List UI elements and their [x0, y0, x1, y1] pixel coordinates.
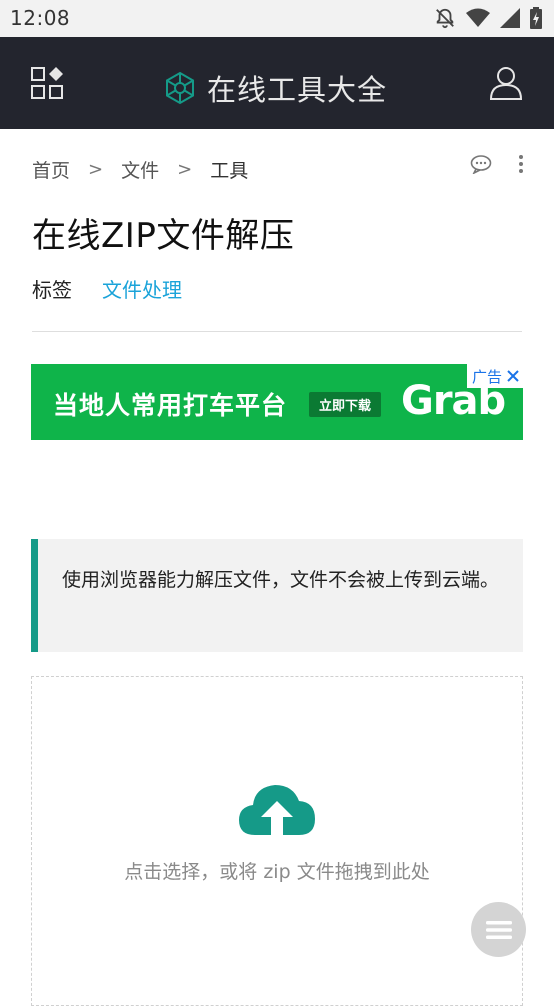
apps-menu-button[interactable] — [30, 66, 64, 104]
app-header: 在线工具大全 — [0, 37, 554, 129]
signal-icon — [500, 8, 520, 28]
breadcrumb-current[interactable]: 工具 — [210, 156, 248, 183]
more-vertical-icon — [519, 155, 523, 173]
ad-label-text: 广告 — [471, 367, 502, 386]
breadcrumb-separator: > — [177, 159, 193, 180]
more-options-button[interactable] — [518, 154, 524, 178]
floating-menu-button[interactable] — [471, 902, 526, 957]
hexagon-network-icon — [166, 71, 194, 105]
breadcrumb-home[interactable]: 首页 — [32, 156, 70, 183]
brand-title: 在线工具大全 — [207, 73, 388, 107]
file-dropzone[interactable]: 点击选择，或将 zip 文件拖拽到此处 — [31, 676, 523, 1006]
cloud-upload-icon — [239, 785, 315, 835]
divider — [32, 331, 522, 332]
breadcrumb: 首页 > 文件 > 工具 — [32, 156, 248, 183]
apps-grid-icon — [31, 67, 63, 99]
breadcrumb-file[interactable]: 文件 — [121, 156, 159, 183]
comment-icon — [470, 155, 492, 175]
dropzone-hint: 点击选择，或将 zip 文件拖拽到此处 — [124, 861, 430, 883]
menu-icon — [485, 920, 512, 939]
page-tools — [470, 154, 524, 178]
ad-cta-button[interactable]: 立即下载 — [309, 392, 382, 417]
close-icon[interactable] — [506, 369, 520, 383]
status-time: 12:08 — [10, 6, 71, 30]
notice-text: 使用浏览器能力解压文件，文件不会被上传到云端。 — [62, 569, 500, 591]
page-title: 在线ZIP文件解压 — [32, 216, 295, 256]
brand[interactable]: 在线工具大全 — [163, 67, 387, 109]
tag-file-processing[interactable]: 文件处理 — [102, 274, 182, 303]
status-icons — [434, 7, 542, 29]
ad-slogan: 当地人常用打车平台 — [53, 391, 288, 420]
breadcrumb-separator: > — [88, 159, 104, 180]
notifications-off-icon — [436, 8, 454, 29]
user-icon — [489, 67, 523, 100]
ad-label[interactable]: 广告 — [466, 364, 523, 388]
battery-charging-icon — [530, 7, 542, 29]
tags-label: 标签 — [32, 278, 72, 302]
comment-button[interactable] — [470, 154, 492, 178]
tag-row: 标签 文件处理 — [32, 274, 182, 303]
user-button[interactable] — [488, 66, 524, 104]
ad-banner[interactable]: 当地人常用打车平台 立即下载 Grab 广告 — [31, 364, 523, 440]
wifi-icon — [466, 8, 490, 27]
info-notice: 使用浏览器能力解压文件，文件不会被上传到云端。 — [31, 539, 523, 652]
status-bar: 12:08 — [0, 0, 554, 37]
